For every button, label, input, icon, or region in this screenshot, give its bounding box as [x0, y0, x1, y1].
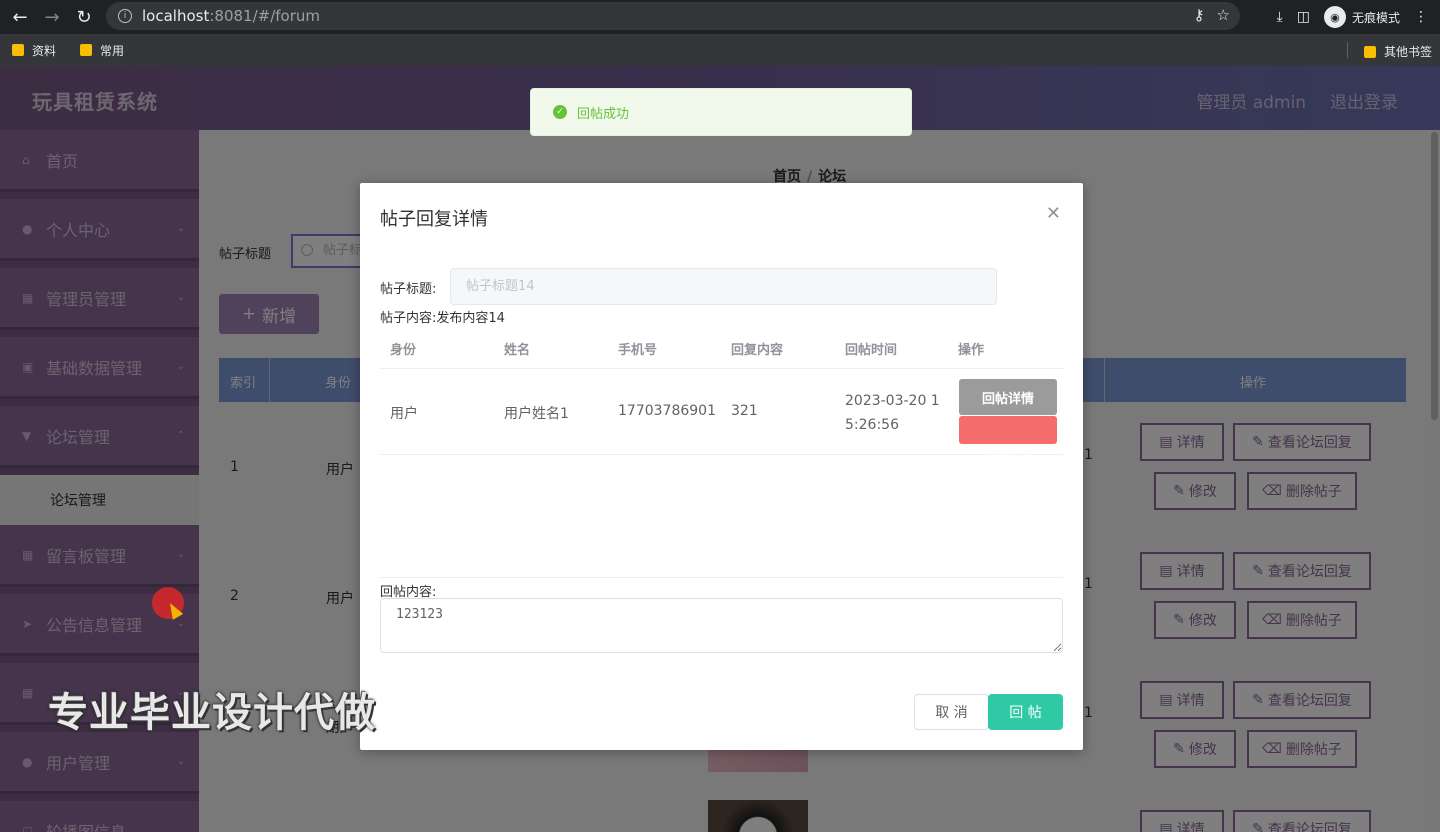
address-bar[interactable]: i localhost:8081/#/forum ⚷ ☆ — [106, 2, 1240, 30]
cancel-button[interactable]: 取 消 — [914, 694, 989, 730]
bookmark-folder[interactable]: 常用 — [80, 42, 124, 59]
watermark-text: 专业毕业设计代做 — [48, 690, 376, 736]
reply-content-textarea[interactable]: 123123 — [380, 598, 1063, 653]
check-circle-icon: ✓ — [553, 105, 567, 119]
info-icon[interactable]: i — [118, 9, 132, 23]
menu-dots-icon[interactable]: ⋮ — [1414, 9, 1428, 25]
post-title-label: 帖子标题: — [380, 282, 437, 297]
folder-icon — [80, 44, 93, 56]
browser-toolbar: ← → ↻ i localhost:8081/#/forum ⚷ ☆ ⤓ ◫ ◉… — [0, 0, 1440, 34]
back-icon[interactable]: ← — [4, 1, 36, 33]
close-icon[interactable]: ✕ — [1046, 203, 1061, 224]
url-text: localhost:8081/#/forum — [142, 7, 320, 25]
success-toast: ✓ 回帖成功 — [530, 88, 912, 136]
reload-icon[interactable]: ↻ — [68, 1, 100, 33]
incognito-icon: ◉ — [1323, 6, 1346, 28]
table-row: 用户 用户姓名1 17703786901 321 2023-03-20 15:2… — [380, 369, 1063, 466]
folder-icon — [12, 44, 24, 56]
sidepanel-icon[interactable]: ◫ — [1297, 9, 1310, 25]
bookmarks-divider — [1347, 42, 1348, 58]
key-icon[interactable]: ⚷ — [1194, 6, 1205, 24]
download-icon[interactable]: ⤓ — [1277, 9, 1283, 25]
bookmark-folder[interactable]: 资料 — [12, 42, 56, 59]
submit-reply-button[interactable]: 回 帖 — [988, 694, 1063, 730]
bookmarks-bar: 资料 常用 其他书签 — [0, 34, 1440, 66]
post-title-field: 帖子标题14 — [450, 268, 997, 305]
forward-icon[interactable]: → — [36, 1, 68, 33]
dialog-title: 帖子回复详情 — [380, 209, 488, 230]
star-icon[interactable]: ☆ — [1217, 6, 1230, 24]
incognito-badge[interactable]: ◉ 无痕模式 — [1323, 6, 1400, 28]
reply-detail-dialog: 帖子回复详情 ✕ 帖子标题: 帖子标题14 帖子内容:发布内容14 身份 姓名 … — [360, 183, 1083, 750]
post-content-label: 帖子内容:发布内容14 — [380, 311, 505, 326]
reply-detail-button[interactable]: 回帖详情 — [959, 379, 1057, 415]
delete-reply-button[interactable]: ⌫ 删除帖子 — [959, 416, 1057, 466]
reply-table-header: 身份 姓名 手机号 回复内容 回帖时间 操作 — [380, 331, 1063, 369]
other-bookmarks[interactable]: 其他书签 — [1363, 43, 1432, 60]
folder-icon — [1363, 45, 1376, 58]
divider — [380, 577, 1063, 578]
